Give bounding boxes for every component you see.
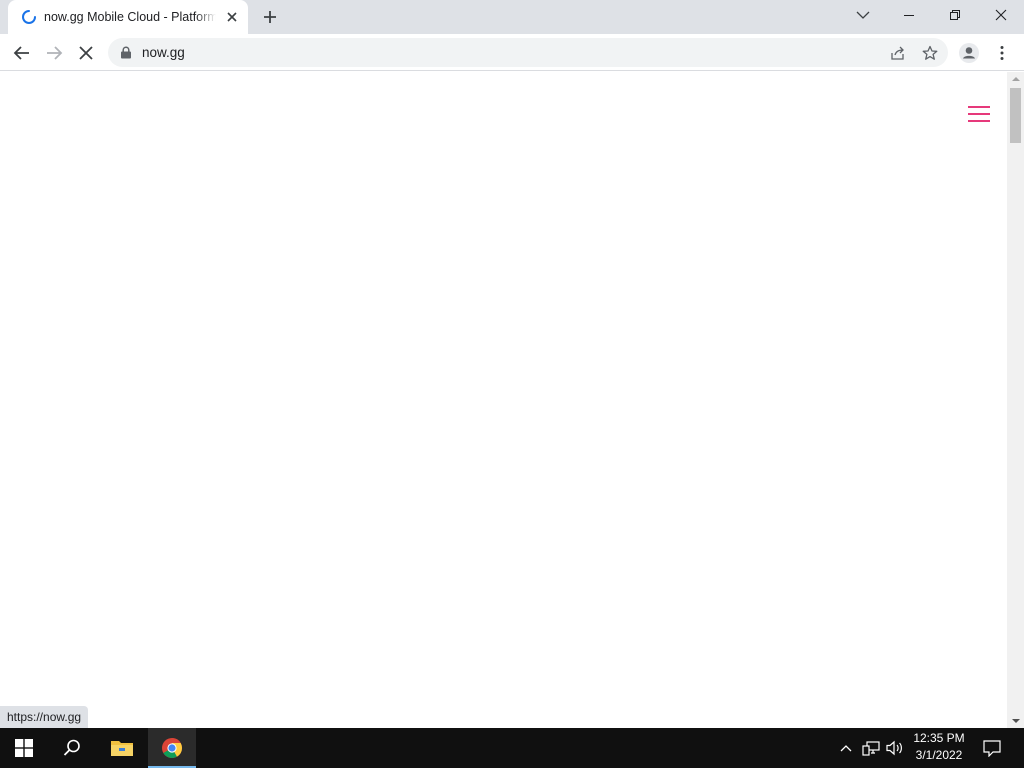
windows-taskbar: 12:35 PM 3/1/2022	[0, 728, 1024, 768]
tab-strip: now.gg Mobile Cloud - Platform	[0, 0, 1024, 34]
share-icon[interactable]	[888, 43, 908, 63]
url-text[interactable]: now.gg	[142, 38, 185, 67]
page-content	[0, 72, 1007, 728]
loading-spinner-icon	[21, 9, 37, 25]
hamburger-menu-icon[interactable]	[968, 106, 990, 124]
chrome-icon[interactable]	[148, 728, 196, 768]
forward-arrow-icon[interactable]	[41, 40, 67, 66]
file-explorer-icon[interactable]	[98, 728, 146, 768]
chevron-up-icon[interactable]	[836, 738, 856, 758]
volume-icon[interactable]	[885, 738, 905, 758]
search-icon[interactable]	[48, 728, 96, 768]
browser-toolbar: now.gg	[0, 34, 1024, 71]
address-bar[interactable]: now.gg	[108, 38, 948, 67]
scroll-up-icon[interactable]	[1007, 72, 1024, 86]
clock-date: 3/1/2022	[915, 748, 963, 762]
action-center-icon[interactable]	[982, 738, 1002, 758]
tab-close-icon[interactable]	[224, 9, 240, 25]
restore-icon[interactable]	[932, 0, 978, 30]
stop-loading-icon[interactable]	[73, 40, 99, 66]
minimize-icon[interactable]	[886, 0, 932, 30]
network-icon[interactable]	[861, 738, 881, 758]
profile-icon[interactable]	[956, 40, 982, 66]
tab-title: now.gg Mobile Cloud - Platform	[44, 10, 216, 24]
windows-start-icon[interactable]	[0, 728, 48, 768]
tab-search-icon[interactable]	[840, 0, 886, 30]
browser-tab[interactable]: now.gg Mobile Cloud - Platform	[8, 0, 248, 34]
status-bar-url: https://now.gg	[0, 706, 89, 728]
bookmark-star-icon[interactable]	[920, 43, 940, 63]
clock-time: 12:35 PM	[913, 731, 965, 745]
vertical-scrollbar[interactable]	[1007, 72, 1024, 728]
close-window-icon[interactable]	[978, 0, 1024, 30]
taskbar-clock[interactable]: 12:35 PM 3/1/2022	[906, 730, 972, 766]
scroll-down-icon[interactable]	[1007, 714, 1024, 728]
new-tab-button[interactable]	[258, 5, 282, 29]
scroll-thumb[interactable]	[1010, 88, 1021, 143]
lock-icon[interactable]	[120, 46, 132, 59]
back-arrow-icon[interactable]	[9, 40, 35, 66]
menu-dots-icon[interactable]	[989, 40, 1015, 66]
